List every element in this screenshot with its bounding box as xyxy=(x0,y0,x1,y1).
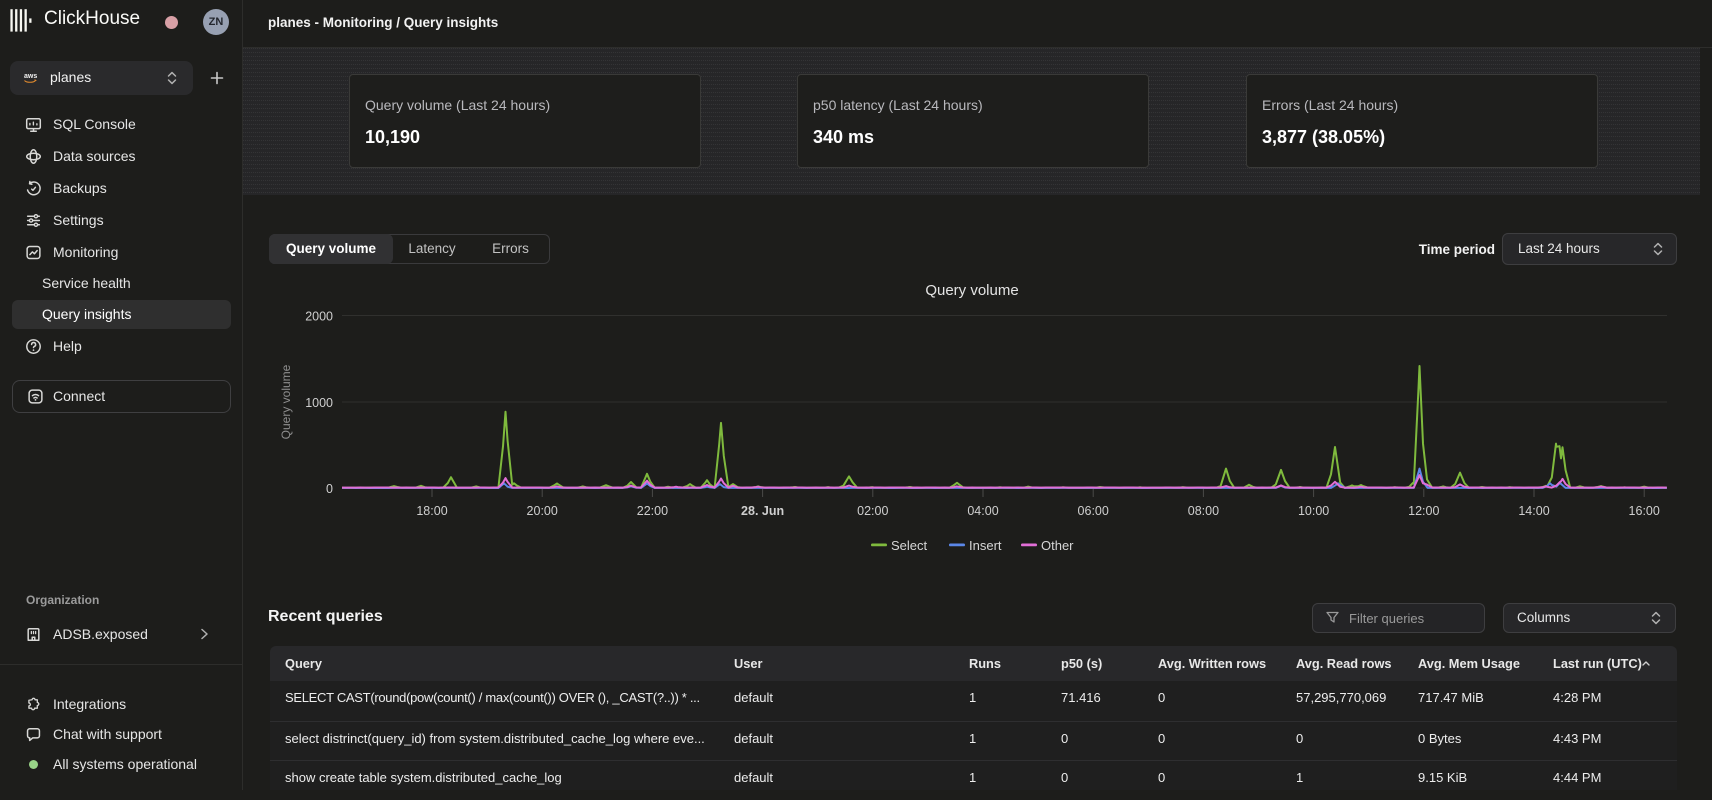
svg-text:aws: aws xyxy=(24,73,37,80)
